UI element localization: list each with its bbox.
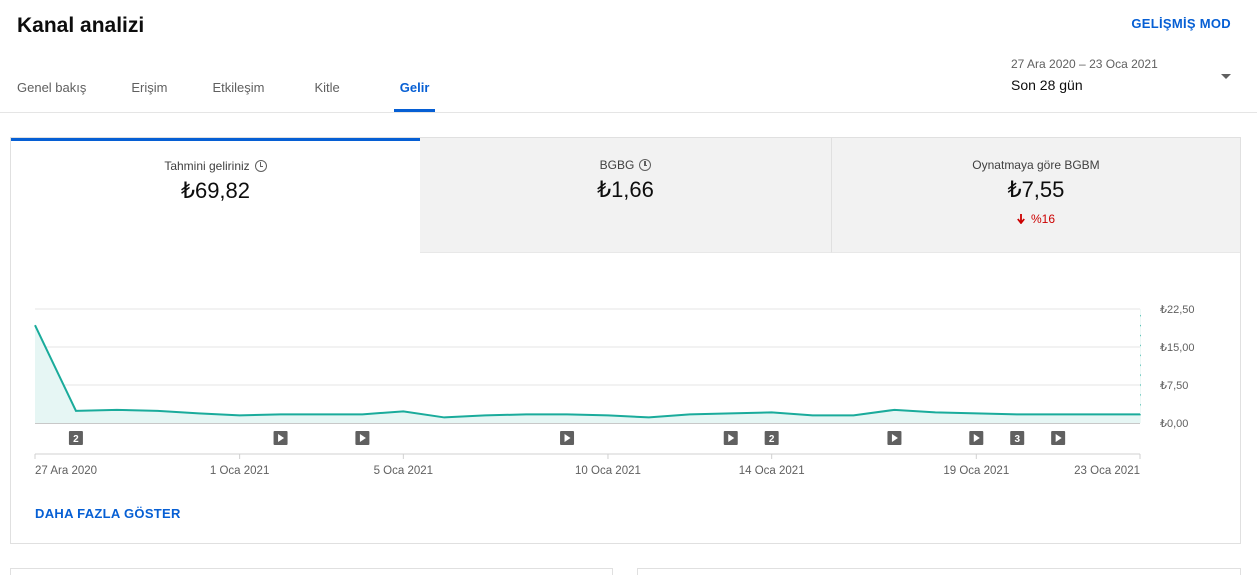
x-tick-label: 5 Oca 2021 bbox=[374, 465, 433, 477]
series-line bbox=[34, 324, 1140, 419]
x-tick-label: 23 Oca 2021 bbox=[1074, 465, 1140, 477]
page-title: Kanal analizi bbox=[17, 14, 145, 37]
y-tick-label: ₺22,50 bbox=[1160, 304, 1195, 316]
x-tick-label: 27 Ara 2020 bbox=[35, 465, 97, 477]
bottom-card-right bbox=[637, 568, 1241, 575]
marker-count-label: 2 bbox=[73, 434, 79, 445]
bottom-card-left bbox=[10, 568, 613, 575]
revenue-card: Tahmini geliriniz ₺69,82 BGBG ₺1,66 Oyna… bbox=[10, 137, 1241, 544]
advanced-mode-link[interactable]: GELİŞMİŞ MOD bbox=[1131, 16, 1231, 31]
tab-engagement[interactable]: Etkileşim bbox=[212, 70, 264, 112]
marker-count-label: 3 bbox=[1014, 434, 1020, 445]
x-tick-label: 19 Oca 2021 bbox=[943, 465, 1009, 477]
tab-bar: Genel bakış Erişim Etkileşim Kitle Gelir bbox=[0, 70, 435, 112]
tab-overview[interactable]: Genel bakış bbox=[17, 70, 86, 112]
marker-count-label: 2 bbox=[769, 434, 775, 445]
dropdown-caret-icon bbox=[1221, 74, 1231, 79]
tab-audience[interactable]: Kitle bbox=[315, 70, 340, 112]
series-area bbox=[35, 325, 1140, 423]
y-tick-label: ₺0,00 bbox=[1160, 418, 1188, 430]
x-tick-label: 1 Oca 2021 bbox=[210, 465, 269, 477]
y-tick-label: ₺15,00 bbox=[1160, 342, 1195, 354]
header-divider bbox=[0, 112, 1257, 113]
show-more-button[interactable]: DAHA FAZLA GÖSTER bbox=[35, 506, 181, 521]
date-range-picker[interactable]: 27 Ara 2020 – 23 Oca 2021 Son 28 gün bbox=[1011, 57, 1231, 93]
revenue-chart: ₺22,50 ₺15,00 ₺7,50 ₺0,00 2 2 3 27 Ara 2020 1 Oc… bbox=[34, 304, 1195, 477]
date-range-label: Son 28 gün bbox=[1011, 77, 1083, 93]
date-range-text: 27 Ara 2020 – 23 Oca 2021 bbox=[1011, 57, 1158, 71]
tab-revenue[interactable]: Gelir bbox=[393, 70, 435, 112]
tab-reach[interactable]: Erişim bbox=[131, 70, 167, 112]
pending-data-region bbox=[1140, 309, 1141, 423]
x-tick-label: 10 Oca 2021 bbox=[575, 465, 641, 477]
y-tick-label: ₺7,50 bbox=[1160, 380, 1188, 392]
x-tick-label: 14 Oca 2021 bbox=[739, 465, 805, 477]
